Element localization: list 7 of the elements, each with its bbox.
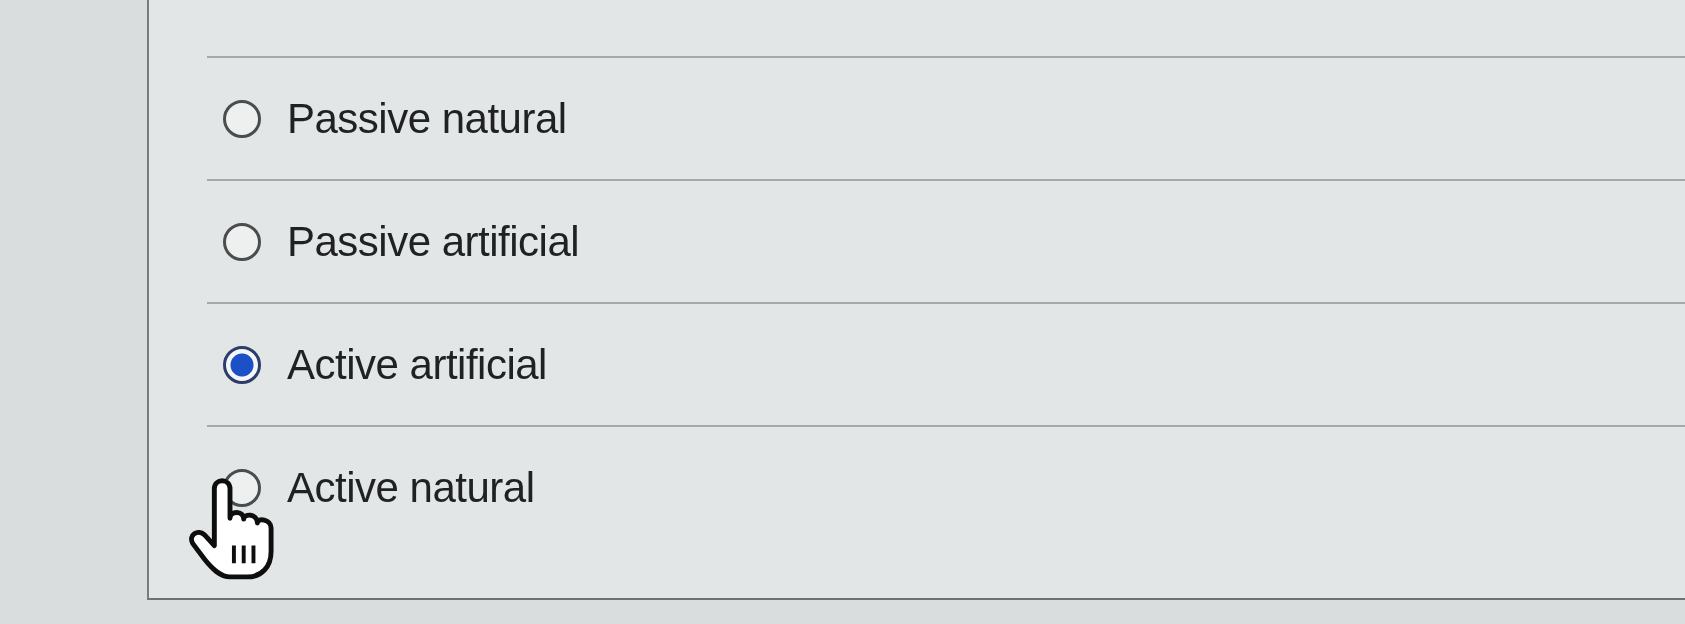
option-label[interactable]: Passive artificial (287, 217, 580, 266)
option-label[interactable]: Active artificial (287, 340, 547, 389)
radio-button[interactable] (223, 99, 261, 138)
option-label[interactable]: Passive natural (287, 94, 567, 143)
option-label[interactable]: Active natural (287, 463, 535, 512)
radio-button[interactable] (223, 222, 261, 261)
radio-button[interactable] (223, 345, 261, 384)
